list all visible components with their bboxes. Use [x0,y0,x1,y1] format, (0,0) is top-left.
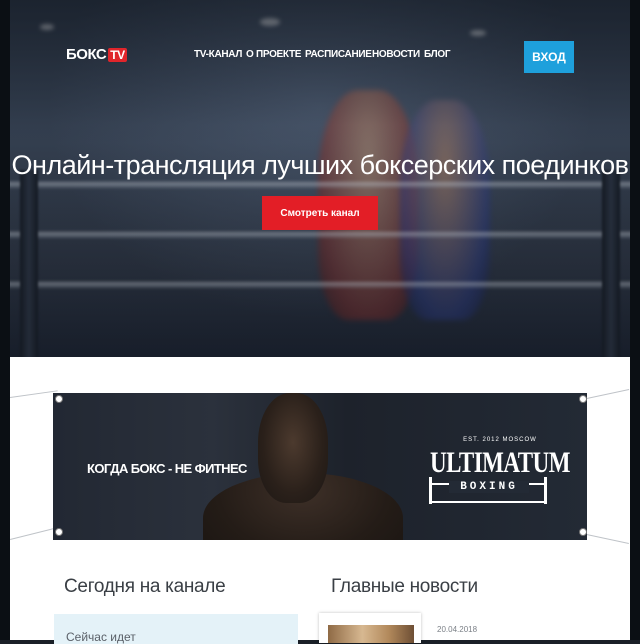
promo-banner[interactable]: КОГДА БОКС - НЕ ФИТНЕС EST. 2012 MOSCOW … [53,393,587,540]
grommet [579,528,587,536]
page-frame-left [0,0,10,640]
news-date: 20.04.2018 [437,625,478,634]
grommet [55,395,63,403]
nav-item-news[interactable]: НОВОСТИ [372,49,420,60]
boxer-image [258,393,328,503]
banner-tie [10,527,57,540]
nav-item-about[interactable]: О ПРОЕКТЕ [246,49,301,60]
top-nav: БОКС TV TV-КАНАЛ О ПРОЕКТЕ РАСПИСАНИЕ НОВ… [0,40,640,74]
nav-item-blog[interactable]: БЛОГ [424,49,451,60]
content-section: КОГДА БОКС - НЕ ФИТНЕС EST. 2012 MOSCOW … [10,357,630,644]
banner-tie [581,533,629,544]
watch-channel-button[interactable]: Смотреть канал [262,196,378,230]
hero-headline: Онлайн-трансляция лучших боксерских поед… [11,150,629,180]
hero-section: БОКС TV TV-КАНАЛ О ПРОЕКТЕ РАСПИСАНИЕ НОВ… [0,0,640,357]
brand-wordmark: ULTIMATUM [430,446,570,479]
page-frame-right [630,0,640,640]
grommet [55,528,63,536]
brand-sub: BOXING [449,481,529,493]
nav-item-schedule[interactable]: РАСПИСАНИЕ [305,49,372,60]
schedule-title: Сегодня на канале [64,576,226,597]
banner-slogan: КОГДА БОКС - НЕ ФИТНЕС [87,461,247,476]
login-button[interactable]: ВХОД [524,41,574,73]
banner-tie [10,390,58,398]
news-title: Главные новости [331,576,478,597]
grommet [579,395,587,403]
brand-est: EST. 2012 MOSCOW [463,437,537,443]
news-card[interactable] [319,613,421,643]
banner-tie [582,389,630,400]
now-playing-label: Сейчас идет [66,630,136,644]
nav-item-tv-channel[interactable]: TV-КАНАЛ [194,49,242,60]
news-thumbnail[interactable] [328,625,414,643]
